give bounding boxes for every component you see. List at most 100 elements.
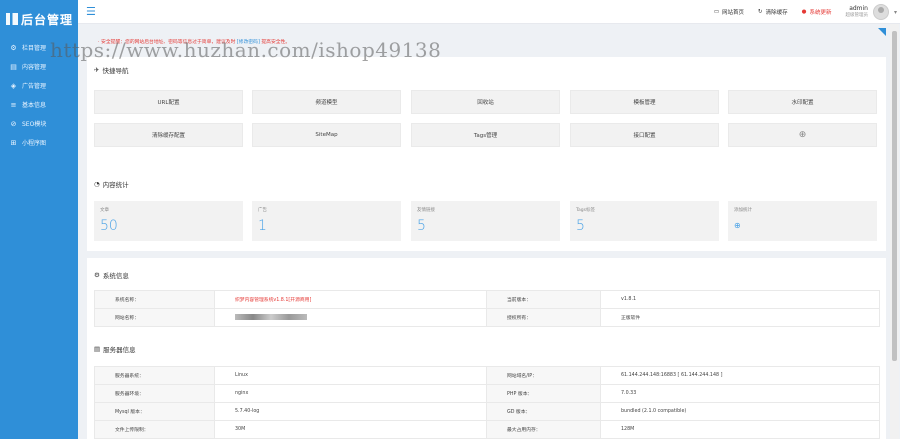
- stat-label: 文章: [100, 208, 109, 213]
- server-info-title-text: 服务器信息: [103, 346, 136, 354]
- menu-toggle-icon[interactable]: ☰: [86, 6, 96, 17]
- stat-value: 1: [258, 218, 267, 234]
- vertical-scrollbar[interactable]: [890, 24, 899, 439]
- table-cell: GD 版本：: [486, 402, 601, 421]
- table-row: 文件上传限制： 30M 最大占用内存： 128M: [94, 420, 880, 439]
- sidebar-item-seo[interactable]: ⊘ SEO模块: [0, 114, 78, 133]
- grid-icon: ⊞: [10, 138, 17, 147]
- top-nav: ▭ 网站首页 ↻ 清除缓存 ● 系统更新 admin 超级管理员: [714, 0, 868, 24]
- gear-icon: ⚙: [10, 43, 17, 52]
- quick-nav-api-config[interactable]: 接口配置: [570, 123, 719, 147]
- document-icon: ▤: [10, 62, 17, 71]
- sidebar-item-label: 小程序图: [22, 140, 47, 147]
- sidebar-item-label: 栏目管理: [22, 45, 47, 52]
- stat-label: 添加统计: [734, 208, 752, 213]
- settings-icon: ⚙: [94, 271, 100, 279]
- corner-flag-icon: [878, 28, 886, 36]
- system-info-table: 系统名称： 织梦内容管理系统v1.8.1[开源商用] 当前版本： v1.8.1 …: [94, 290, 880, 327]
- table-cell: 5.7.40-log: [214, 402, 487, 421]
- watermark-text: https://www.huzhan.com/ishop49138: [50, 38, 442, 62]
- add-shortcut-icon[interactable]: ⊕: [728, 123, 877, 147]
- logo-text: 后台管理: [21, 12, 74, 27]
- scrollbar-thumb[interactable]: [892, 31, 897, 361]
- alert-icon: ●: [801, 9, 807, 15]
- server-info-table: 服务器系统： Linux 网站域名/IP： 61.144.244.148:168…: [94, 366, 880, 439]
- clear-cache-label: 清除缓存: [765, 10, 788, 16]
- table-cell: [214, 308, 487, 327]
- system-update-label: 系统更新: [809, 10, 832, 16]
- table-cell: v1.8.1: [600, 290, 880, 309]
- server-icon: ▤: [94, 345, 101, 353]
- content-stats-card: ◔ 内容统计 文章 50 广告 1 友情链接 5 Tags标签 5 添加统计 ⊕: [87, 167, 886, 251]
- quick-nav-template-manage[interactable]: 模板管理: [570, 90, 719, 114]
- table-row: 网站名称： 授权所有： 正版软件: [94, 308, 880, 327]
- stat-label: Tags标签: [576, 208, 595, 213]
- user-info[interactable]: admin 超级管理员: [846, 5, 869, 19]
- logo-icon: [6, 13, 18, 25]
- sidebar-item-label: SEO模块: [22, 121, 47, 128]
- content-stats-title-text: 内容统计: [102, 181, 129, 189]
- app-logo[interactable]: 后台管理: [0, 0, 78, 38]
- quick-nav-recycle-bin[interactable]: 回收站: [411, 90, 560, 114]
- quick-nav-cache-config[interactable]: 清除缓存配置: [94, 123, 243, 147]
- server-info-title: ▤ 服务器信息: [94, 344, 136, 354]
- sliders-icon: ≡: [10, 100, 17, 109]
- system-info-title-text: 系统信息: [102, 272, 129, 280]
- table-row: 服务器环境： nginx PHP 版本： 7.0.33: [94, 384, 880, 403]
- table-row: 服务器系统： Linux 网站域名/IP： 61.144.244.148:168…: [94, 366, 880, 385]
- stat-label: 广告: [258, 208, 267, 213]
- refresh-icon: ↻: [758, 9, 763, 15]
- system-update-link[interactable]: ● 系统更新: [802, 8, 832, 16]
- table-cell: 系统名称：: [94, 290, 215, 309]
- table-cell: 30M: [214, 420, 487, 439]
- redacted-site-name: [235, 313, 307, 320]
- user-role: 超级管理员: [845, 13, 869, 18]
- table-cell: Mysql 版本：: [94, 402, 215, 421]
- table-cell: 服务器环境：: [94, 384, 215, 403]
- quick-nav-card: ✈ 快捷导航 URL配置 频道模型 回收站 模板管理 水印配置 清除缓存配置 Si…: [87, 57, 886, 183]
- table-cell: 最大占用内存：: [486, 420, 601, 439]
- table-cell: 正版软件: [600, 308, 880, 327]
- quick-nav-tags-manage[interactable]: Tags管理: [411, 123, 560, 147]
- table-cell: 文件上传限制：: [94, 420, 215, 439]
- stat-value: 5: [576, 218, 585, 234]
- avatar[interactable]: [873, 4, 889, 20]
- chevron-down-icon[interactable]: ▾: [894, 9, 897, 16]
- quick-nav-watermark-config[interactable]: 水印配置: [728, 90, 877, 114]
- table-cell: 当前版本：: [486, 290, 601, 309]
- content-stats-title: ◔ 内容统计: [94, 179, 129, 189]
- quick-nav-title: ✈ 快捷导航: [94, 65, 128, 75]
- stat-ads[interactable]: 广告 1: [252, 201, 401, 241]
- table-cell: 7.0.33: [600, 384, 880, 403]
- table-cell: nginx: [214, 384, 487, 403]
- monitor-icon: ▭: [713, 9, 720, 15]
- stat-articles[interactable]: 文章 50: [94, 201, 243, 241]
- stat-value: 5: [417, 218, 426, 234]
- quick-nav-url-config[interactable]: URL配置: [94, 90, 243, 114]
- chart-icon: ◔: [94, 180, 100, 188]
- quick-nav-channel-model[interactable]: 频道模型: [252, 90, 401, 114]
- info-card: ⚙ 系统信息 系统名称： 织梦内容管理系统v1.8.1[开源商用] 当前版本： v…: [87, 258, 886, 439]
- stat-links[interactable]: 友情链接 5: [411, 201, 560, 241]
- quick-nav-sitemap[interactable]: SiteMap: [252, 123, 401, 147]
- stat-tags[interactable]: Tags标签 5: [570, 201, 719, 241]
- megaphone-icon: ◈: [10, 81, 17, 90]
- site-home-link[interactable]: ▭ 网站首页: [714, 8, 744, 16]
- sidebar-item-basic[interactable]: ≡ 基本信息: [0, 95, 78, 114]
- table-row: Mysql 版本： 5.7.40-log GD 版本： bundled (2.1…: [94, 402, 880, 421]
- table-cell: 服务器系统：: [94, 366, 215, 385]
- clear-cache-link[interactable]: ↻ 清除缓存: [758, 8, 788, 16]
- table-cell: 网站域名/IP：: [486, 366, 601, 385]
- table-cell: 128M: [600, 420, 880, 439]
- table-cell: 61.144.244.148:16883 [ 61.144.244.148 ]: [600, 366, 880, 385]
- quick-nav-title-text: 快捷导航: [102, 67, 129, 75]
- sidebar-item-label: 基本信息: [22, 102, 47, 109]
- sidebar-item-miniapp[interactable]: ⊞ 小程序图: [0, 133, 78, 152]
- stat-add[interactable]: 添加统计 ⊕: [728, 201, 877, 241]
- sidebar-item-label: 内容管理: [22, 64, 47, 71]
- table-cell: 授权所有：: [486, 308, 601, 327]
- table-cell: 织梦内容管理系统v1.8.1[开源商用]: [214, 290, 487, 309]
- sidebar-item-ads[interactable]: ◈ 广告管理: [0, 76, 78, 95]
- sidebar: 后台管理 ⚙ 栏目管理 ▤ 内容管理 ◈ 广告管理 ≡ 基本信息 ⊘ SEO模块 ⊞ 小程序…: [0, 0, 78, 439]
- table-row: 系统名称： 织梦内容管理系统v1.8.1[开源商用] 当前版本： v1.8.1: [94, 290, 880, 309]
